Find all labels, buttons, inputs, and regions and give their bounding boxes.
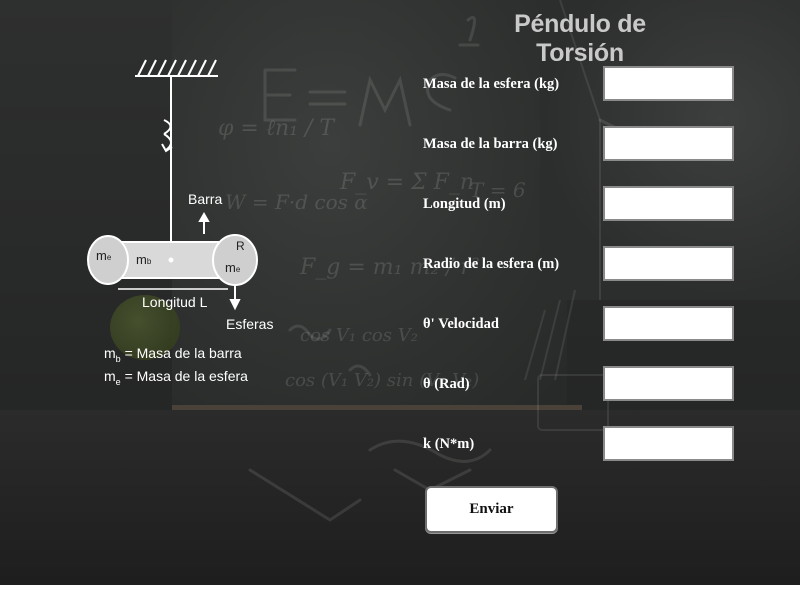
sphere-mass-input[interactable] [603, 66, 734, 101]
bar-mass-input[interactable] [603, 126, 734, 161]
field-row-length: Longitud (m) [423, 186, 743, 226]
theta-label: θ (Rad) [423, 376, 470, 392]
bar-mass-label: Masa de la barra (kg) [423, 136, 558, 152]
label-longitud: Longitud L [142, 294, 208, 310]
field-row-k: k (N*m) [423, 426, 743, 466]
k-label: k (N*m) [423, 436, 475, 452]
label-R: R [236, 239, 245, 253]
field-row-sphere-mass: Masa de la esfera (kg) [423, 66, 743, 106]
field-row-angular-velocity: θ' Velocidad [423, 306, 743, 346]
barra-arrow-icon [198, 211, 210, 234]
label-barra: Barra [188, 191, 223, 207]
theta-input[interactable] [603, 366, 734, 401]
submit-button[interactable]: Enviar [425, 486, 558, 533]
sphere-radius-label: Radio de la esfera (m) [423, 256, 560, 272]
background-chalk-formula-5: cos V₁ cos V₂ [300, 325, 418, 346]
label-mb: mb [136, 252, 152, 267]
legend-mass-sphere: me = Masa de la esfera [104, 368, 248, 387]
label-me-left: me [96, 248, 112, 263]
ceiling-hatch-icon [135, 59, 218, 77]
field-row-sphere-radius: Radio de la esfera (m) [423, 246, 743, 286]
length-label: Longitud (m) [423, 196, 506, 212]
angular-velocity-input[interactable] [603, 306, 734, 341]
legend-mass-bar: mb = Masa de la barra [104, 345, 242, 364]
pendulum-drawing [87, 59, 258, 311]
sphere-radius-input[interactable] [603, 246, 734, 281]
bottom-strip [0, 585, 800, 600]
esferas-arrow-icon [229, 286, 241, 311]
center-dot [168, 257, 174, 263]
sphere-mass-label: Masa de la esfera (kg) [423, 76, 560, 92]
k-input[interactable] [603, 426, 734, 461]
angular-velocity-label: θ' Velocidad [423, 316, 499, 332]
field-row-theta: θ (Rad) [423, 366, 743, 406]
torsion-pendulum-diagram: Barra me mb R me Longitud L Esferas mb =… [80, 50, 280, 395]
length-input[interactable] [603, 186, 734, 221]
page-title: Péndulo de Torsión [514, 10, 646, 67]
app-window: φ = ℓn₁ / T W = F·d cos α F_v = Σ F_n F_… [0, 0, 800, 585]
field-row-bar-mass: Masa de la barra (kg) [423, 126, 743, 166]
label-esferas: Esferas [226, 316, 274, 332]
label-me-right: me [225, 260, 241, 275]
